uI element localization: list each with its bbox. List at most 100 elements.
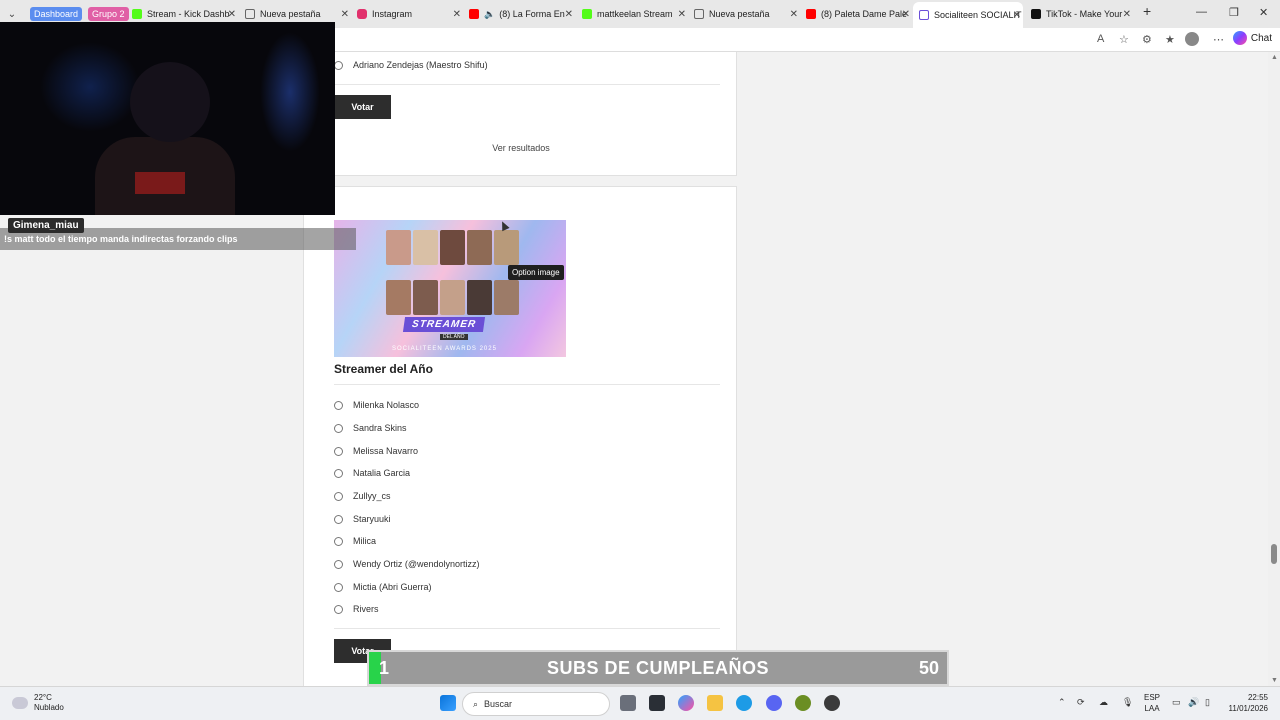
close-icon[interactable]: ✕ <box>341 9 349 20</box>
radio-button[interactable] <box>334 60 343 70</box>
read-aloud-icon[interactable]: A <box>1097 33 1104 45</box>
microphone-icon[interactable]: 🎙 <box>1122 697 1133 708</box>
tab-group-grupo-2[interactable]: Grupo 2 <box>88 7 129 21</box>
restore-icon[interactable]: ❐ <box>1229 6 1239 19</box>
radio-button[interactable] <box>334 400 343 410</box>
network-icon[interactable]: ▭ <box>1172 697 1181 708</box>
scroll-up-arrow-icon[interactable]: ▲ <box>1271 54 1278 61</box>
app-icon[interactable] <box>824 695 840 711</box>
more-options-icon[interactable]: ⋯ <box>1213 33 1224 46</box>
image-banner-subtitle: DEL AÑO <box>440 334 468 340</box>
close-icon[interactable]: ✕ <box>1123 9 1131 20</box>
poll-option[interactable]: Milenka Nolasco <box>334 400 419 410</box>
poll-option[interactable]: Wendy Ortiz (@wendolynortizz) <box>334 559 480 569</box>
portrait-image <box>467 280 492 315</box>
discord-icon[interactable] <box>766 695 782 711</box>
battery-icon[interactable]: ▯ <box>1205 697 1210 708</box>
view-results-link[interactable]: Ver resultados <box>304 143 738 153</box>
edge-browser-icon[interactable] <box>736 695 752 711</box>
volume-icon[interactable]: 🔊 <box>1188 697 1199 708</box>
radio-button[interactable] <box>334 536 343 546</box>
tab-group-dashboard[interactable]: Dashboard <box>30 7 83 21</box>
goal-current-count: 1 <box>379 658 390 678</box>
favorites-icon[interactable]: ★ <box>1165 33 1175 46</box>
option-label: Melissa Navarro <box>353 446 419 456</box>
poll-option[interactable]: Adriano Zendejas (Maestro Shifu) <box>334 60 488 70</box>
portrait-image <box>440 280 465 315</box>
tab-tiktok[interactable]: TikTok - Make Your ✕ <box>1031 4 1133 24</box>
scroll-down-arrow-icon[interactable]: ▼ <box>1271 677 1278 684</box>
close-icon[interactable]: ✕ <box>1013 10 1021 21</box>
close-icon[interactable]: ✕ <box>902 9 910 20</box>
poll-option[interactable]: Melissa Navarro <box>334 446 418 456</box>
profile-avatar[interactable] <box>1185 32 1199 46</box>
poll-option[interactable]: Rivers <box>334 604 379 614</box>
divider <box>334 628 720 629</box>
scrollbar-thumb[interactable] <box>1271 544 1277 564</box>
radio-button[interactable] <box>334 514 343 524</box>
poll-option[interactable]: Zullyy_cs <box>334 491 391 501</box>
radio-button[interactable] <box>334 423 343 433</box>
weather-widget[interactable]: 22°C Nublado <box>12 693 64 713</box>
radio-button[interactable] <box>334 491 343 501</box>
chat-username: Gimena_miau <box>8 218 84 233</box>
show-hidden-icons-chevron-icon[interactable]: ⌃ <box>1058 697 1066 708</box>
option-label: Staryuuki <box>353 514 391 524</box>
app-icon[interactable] <box>795 695 811 711</box>
radio-button[interactable] <box>334 559 343 569</box>
file-explorer-icon[interactable] <box>707 695 723 711</box>
page-scrollbar[interactable]: ▲ ▼ <box>1268 52 1280 686</box>
copilot-chat-button[interactable]: Chat <box>1232 31 1272 45</box>
poll-option[interactable]: Natalia Garcia <box>334 468 410 478</box>
radio-button[interactable] <box>334 604 343 614</box>
tab-nueva-pestana-2[interactable]: Nueva pestaña ✕ <box>694 4 800 24</box>
tab-socialiteen[interactable]: Socialiteen SOCIALIT ✕ <box>913 2 1023 28</box>
cloudy-weather-icon <box>12 697 28 709</box>
radio-button[interactable] <box>334 468 343 478</box>
tab-kick-dashboard[interactable]: Stream - Kick Dashb ✕ <box>132 4 238 24</box>
image-banner-title: STREAMER <box>402 317 486 332</box>
task-view-icon[interactable] <box>620 695 636 711</box>
tab-title: TikTok - Make Your <box>1046 9 1123 19</box>
poll-option[interactable]: Milica <box>334 536 376 546</box>
option-label: Mictia (Abri Guerra) <box>353 582 432 592</box>
minimize-icon[interactable]: — <box>1196 6 1207 18</box>
close-icon[interactable]: ✕ <box>565 9 573 20</box>
tab-title: Stream - Kick Dashb <box>147 9 230 19</box>
background-light <box>40 42 140 132</box>
taskbar-search[interactable]: ⌕ Buscar <box>462 692 610 716</box>
tab-youtube-la-forma[interactable]: 🔈 (8) La Forma En ✕ <box>469 4 575 24</box>
system-clock[interactable]: 22:55 11/01/2026 <box>1229 692 1268 714</box>
onedrive-cloud-icon[interactable]: ☁ <box>1099 697 1108 708</box>
close-icon[interactable]: ✕ <box>228 9 236 20</box>
new-tab-button[interactable]: + <box>1143 3 1151 19</box>
close-icon[interactable]: ✕ <box>790 9 798 20</box>
speaker-icon[interactable]: 🔈 <box>484 9 495 20</box>
favorite-star-icon[interactable]: ☆ <box>1119 33 1129 46</box>
close-icon[interactable]: ✕ <box>678 9 686 20</box>
option-label: Adriano Zendejas (Maestro Shifu) <box>353 60 488 70</box>
poll-option[interactable]: Sandra Skins <box>334 423 407 433</box>
vote-button[interactable]: Votar <box>334 95 391 119</box>
tab-paleta-dame[interactable]: (8) Paleta Dame Pale ✕ <box>806 4 912 24</box>
option-image[interactable]: STREAMER DEL AÑO SOCIALITEEN AWARDS 2025… <box>334 220 566 357</box>
poll-option[interactable]: Staryuuki <box>334 514 391 524</box>
webcam-overlay <box>0 22 335 215</box>
portrait-image <box>386 230 411 265</box>
extensions-icon[interactable]: ⚙ <box>1142 33 1152 46</box>
tab-instagram[interactable]: Instagram ✕ <box>357 4 463 24</box>
poll-option[interactable]: Mictia (Abri Guerra) <box>334 582 432 592</box>
radio-button[interactable] <box>334 446 343 456</box>
sync-icon[interactable]: ⟳ <box>1077 697 1085 708</box>
tiktok-icon <box>1031 9 1041 19</box>
window-close-icon[interactable]: ✕ <box>1259 6 1268 19</box>
radio-button[interactable] <box>334 582 343 592</box>
language-indicator[interactable]: ESP LAA <box>1144 692 1160 714</box>
portrait-image <box>440 230 465 265</box>
windows-start-icon[interactable] <box>440 695 456 711</box>
close-icon[interactable]: ✕ <box>453 9 461 20</box>
tab-nueva-pestana-1[interactable]: Nueva pestaña ✕ <box>245 4 351 24</box>
tab-mattkeelan-stream[interactable]: mattkeelan Stream ✕ <box>582 4 688 24</box>
copilot-icon[interactable] <box>678 695 694 711</box>
store-icon[interactable] <box>649 695 665 711</box>
